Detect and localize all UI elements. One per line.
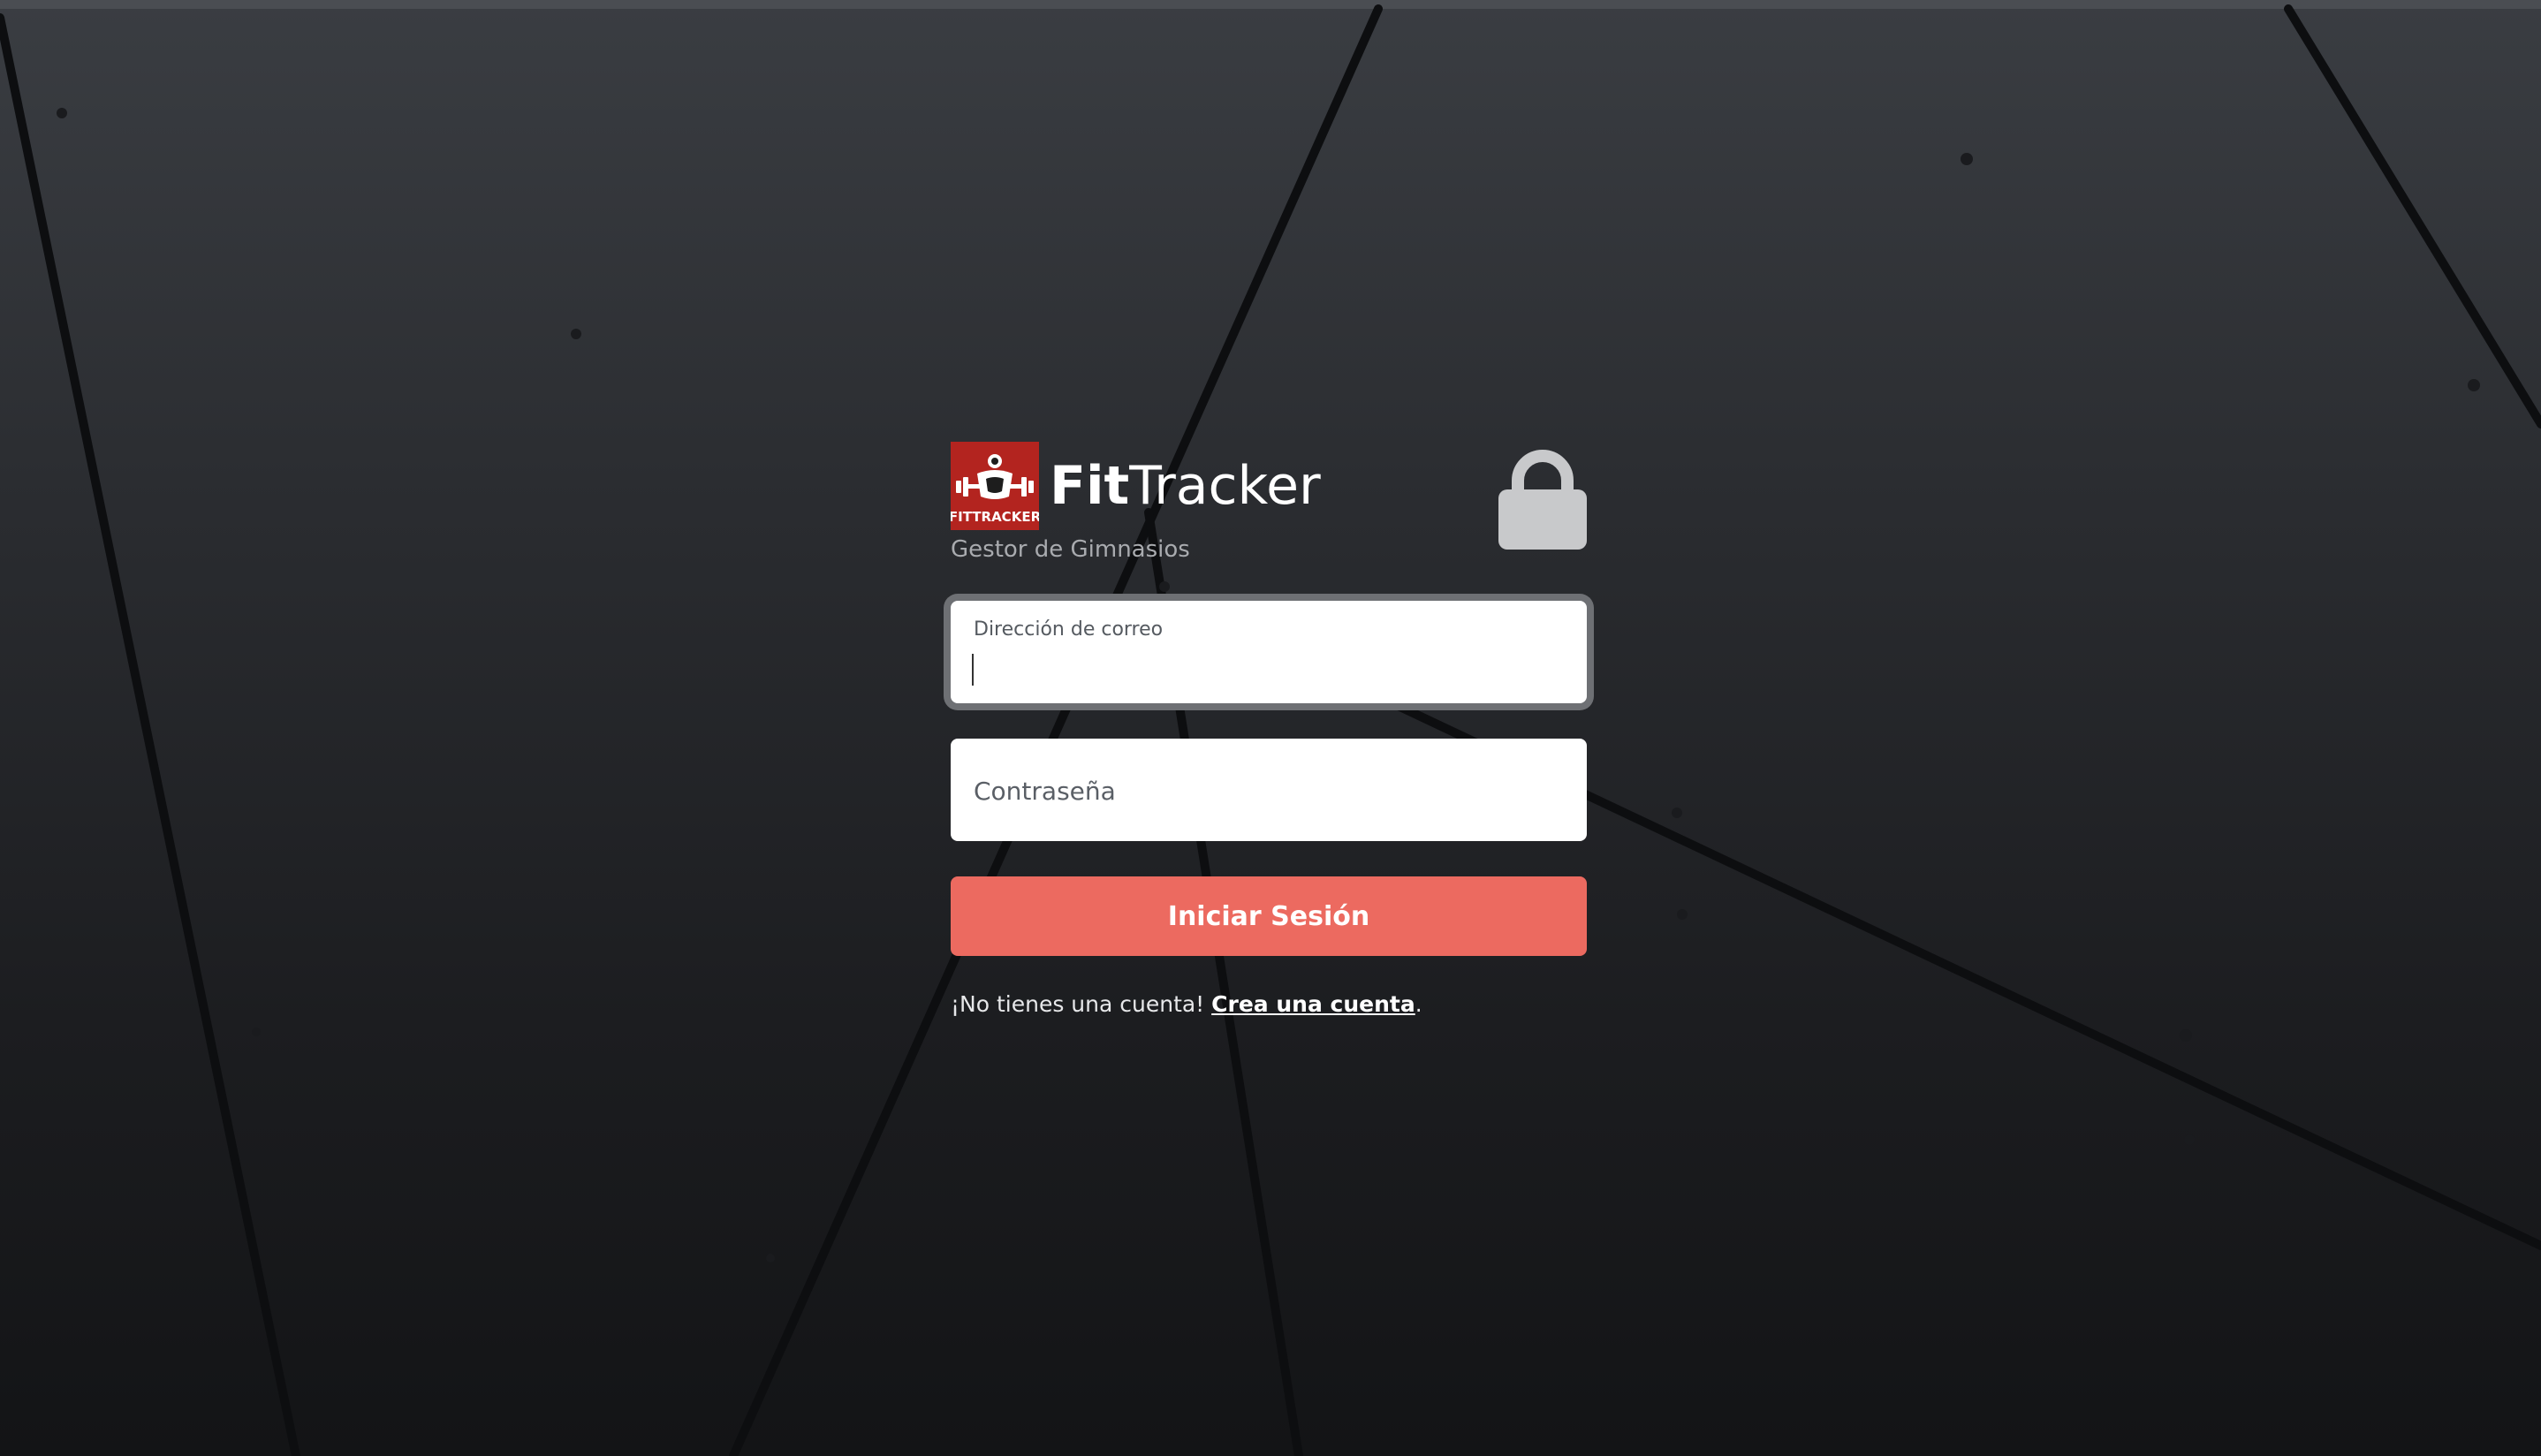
login-button[interactable]: Iniciar Sesión (951, 876, 1587, 956)
signup-prompt: ¡No tienes una cuenta! Crea una cuenta. (951, 991, 1587, 1017)
app-subtitle: Gestor de Gimnasios (951, 536, 1190, 563)
logo-text: FITTRACKER (951, 509, 1039, 525)
brand-header: FITTRACKER FitTracker (951, 442, 1587, 550)
app-title-regular: Tracker (1129, 455, 1321, 517)
email-input[interactable] (972, 650, 1566, 691)
signup-prompt-text: ¡No tienes una cuenta! (951, 991, 1212, 1017)
app-title: FitTracker (1050, 451, 1321, 521)
signup-prompt-suffix: . (1415, 991, 1422, 1017)
login-panel: FITTRACKER FitTracker Gestor de Gimnasio… (944, 442, 1594, 1017)
lock-icon (1498, 450, 1587, 550)
email-label: Dirección de correo (974, 618, 1164, 641)
create-account-link[interactable]: Crea una cuenta (1211, 991, 1415, 1017)
email-field-container[interactable]: Dirección de correo (951, 601, 1587, 703)
email-focus-ring: Dirección de correo (944, 594, 1594, 710)
password-field-container[interactable] (951, 739, 1587, 841)
app-title-bold: Fit (1050, 455, 1130, 517)
password-input[interactable] (972, 769, 1566, 813)
fittracker-logo: FITTRACKER (951, 442, 1039, 530)
